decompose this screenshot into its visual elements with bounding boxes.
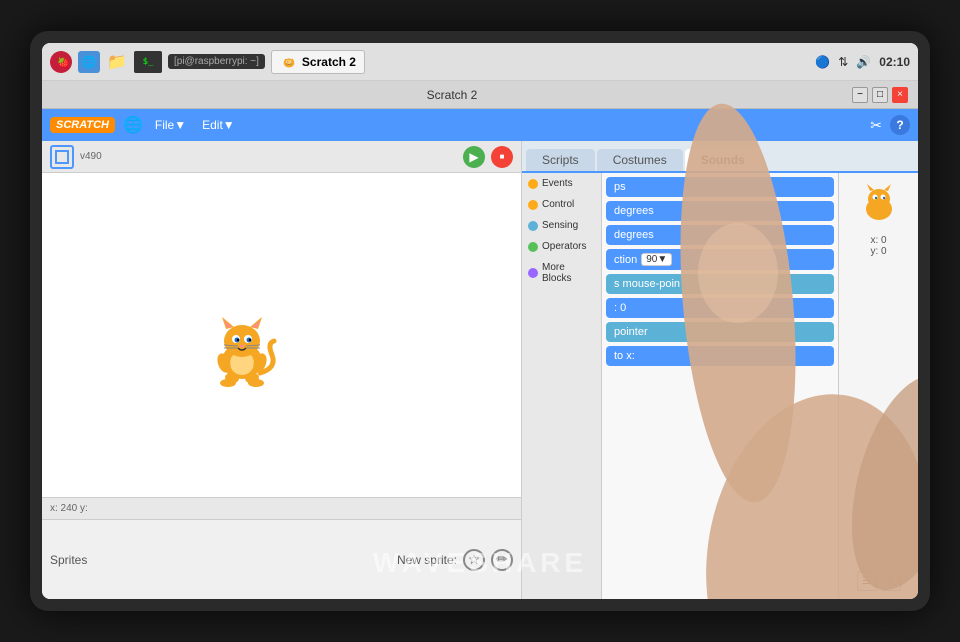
stage-area: v490 ▶ ■ bbox=[42, 141, 522, 599]
terminal-icon[interactable]: $_ bbox=[134, 51, 162, 73]
volume-icon: 🔊 bbox=[856, 55, 871, 69]
stage-version-label: v490 bbox=[80, 151, 102, 162]
stage-x-label: x: 0 bbox=[870, 235, 886, 246]
taskbar: 🍓 🌐 📁 $_ [pi@raspberrypi: ~] bbox=[42, 43, 918, 81]
stage-coords: x: 240 y: bbox=[42, 497, 521, 519]
help-button[interactable]: ? bbox=[890, 115, 910, 135]
green-flag-button[interactable]: ▶ bbox=[463, 146, 485, 168]
block-direction[interactable]: ction 90▼ bbox=[606, 249, 834, 270]
language-icon[interactable]: 🌐 bbox=[123, 115, 143, 135]
screen-container: 🍓 🌐 📁 $_ [pi@raspberrypi: ~] bbox=[30, 31, 930, 611]
category-events[interactable]: Events bbox=[522, 173, 601, 194]
events-dot bbox=[528, 179, 538, 189]
network-icon: ⇅ bbox=[838, 55, 848, 69]
scratch-app: SCRATCH 🌐 File▼ Edit▼ ✂ ? bbox=[42, 109, 918, 599]
edit-menu[interactable]: Edit▼ bbox=[198, 116, 239, 134]
window-titlebar: Scratch 2 − □ × bbox=[42, 81, 918, 109]
editor-area: Scripts Costumes Sounds bbox=[522, 141, 918, 599]
tab-scripts[interactable]: Scripts bbox=[526, 149, 595, 171]
category-sensing[interactable]: Sensing bbox=[522, 215, 601, 236]
sensing-dot bbox=[528, 221, 538, 231]
tab-sounds[interactable]: Sounds bbox=[685, 149, 761, 171]
block-direction-input[interactable]: 90▼ bbox=[641, 253, 672, 266]
close-button[interactable]: × bbox=[892, 87, 908, 103]
block-degrees-2[interactable]: degrees bbox=[606, 225, 834, 245]
block-mouse[interactable]: s mouse-poin bbox=[606, 274, 834, 294]
new-sprite-label: New sprite: bbox=[397, 553, 457, 567]
scratch-main: v490 ▶ ■ bbox=[42, 141, 918, 599]
scratch-cat-taskbar-icon bbox=[280, 53, 298, 71]
raspberry-pi-icon[interactable]: 🍓 bbox=[50, 51, 72, 73]
stop-button[interactable]: ■ bbox=[491, 146, 513, 168]
window-title: Scratch 2 bbox=[52, 88, 852, 102]
operators-dot bbox=[528, 242, 538, 252]
block-x-coord[interactable]: : 0 bbox=[606, 298, 834, 318]
taskbar-app-name: Scratch 2 bbox=[302, 55, 356, 69]
stage-canvas[interactable] bbox=[42, 173, 521, 497]
taskbar-right: 🔵 ⇅ 🔊 02:10 bbox=[815, 55, 910, 69]
block-ps[interactable]: ps bbox=[606, 177, 834, 197]
add-sprite-from-library-button[interactable]: ☆ bbox=[463, 549, 485, 571]
blocks-panel: Events Control Sensing bbox=[522, 173, 918, 599]
screen-inner: 🍓 🌐 📁 $_ [pi@raspberrypi: ~] bbox=[42, 43, 918, 599]
settings-icon[interactable]: ✂ bbox=[870, 117, 882, 134]
stage-y-label: y: 0 bbox=[870, 246, 886, 257]
window-controls: − □ × bbox=[852, 87, 908, 103]
tab-costumes[interactable]: Costumes bbox=[597, 149, 683, 171]
taskbar-scratch-app[interactable]: Scratch 2 bbox=[271, 50, 365, 74]
stage-controls: v490 ▶ ■ bbox=[42, 141, 521, 173]
control-dot bbox=[528, 200, 538, 210]
category-operators[interactable]: Operators bbox=[522, 236, 601, 257]
sprites-label: Sprites bbox=[50, 553, 87, 567]
folder-icon[interactable]: 📁 bbox=[106, 51, 128, 73]
scratch-cat-sprite bbox=[202, 313, 282, 393]
block-categories: Events Control Sensing bbox=[522, 173, 602, 599]
browser-icon[interactable]: 🌐 bbox=[78, 51, 100, 73]
file-menu[interactable]: File▼ bbox=[151, 116, 190, 134]
taskbar-time: 02:10 bbox=[879, 55, 910, 69]
svg-text:🍓: 🍓 bbox=[57, 56, 69, 69]
block-pointer[interactable]: pointer bbox=[606, 322, 834, 342]
zoom-button[interactable]: 🔍 bbox=[881, 571, 901, 591]
category-control[interactable]: Control bbox=[522, 194, 601, 215]
block-to-x[interactable]: to x: bbox=[606, 346, 834, 366]
category-more-blocks[interactable]: More Blocks bbox=[522, 257, 601, 289]
minimize-button[interactable]: − bbox=[852, 87, 868, 103]
more-blocks-dot bbox=[528, 268, 538, 278]
block-palette: ps degrees degrees ction 90▼ bbox=[602, 173, 838, 599]
stage-icon bbox=[50, 145, 74, 169]
scratch-menubar: SCRATCH 🌐 File▼ Edit▼ ✂ ? bbox=[42, 109, 918, 141]
maximize-button[interactable]: □ bbox=[872, 87, 888, 103]
stage-info-panel: x: 0 y: 0 ☰ 🔍 bbox=[838, 173, 918, 599]
block-degrees-1[interactable]: degrees bbox=[606, 201, 834, 221]
terminal-label[interactable]: [pi@raspberrypi: ~] bbox=[168, 54, 265, 69]
list-view-button[interactable]: ☰ bbox=[857, 571, 877, 591]
sprites-panel: Sprites New sprite: ☆ ✏ bbox=[42, 519, 521, 599]
editor-tabs: Scripts Costumes Sounds bbox=[522, 141, 918, 173]
stage-info-cat-icon bbox=[854, 181, 904, 231]
scratch-logo: SCRATCH bbox=[50, 117, 115, 133]
bluetooth-icon: 🔵 bbox=[815, 55, 830, 69]
paint-sprite-button[interactable]: ✏ bbox=[491, 549, 513, 571]
